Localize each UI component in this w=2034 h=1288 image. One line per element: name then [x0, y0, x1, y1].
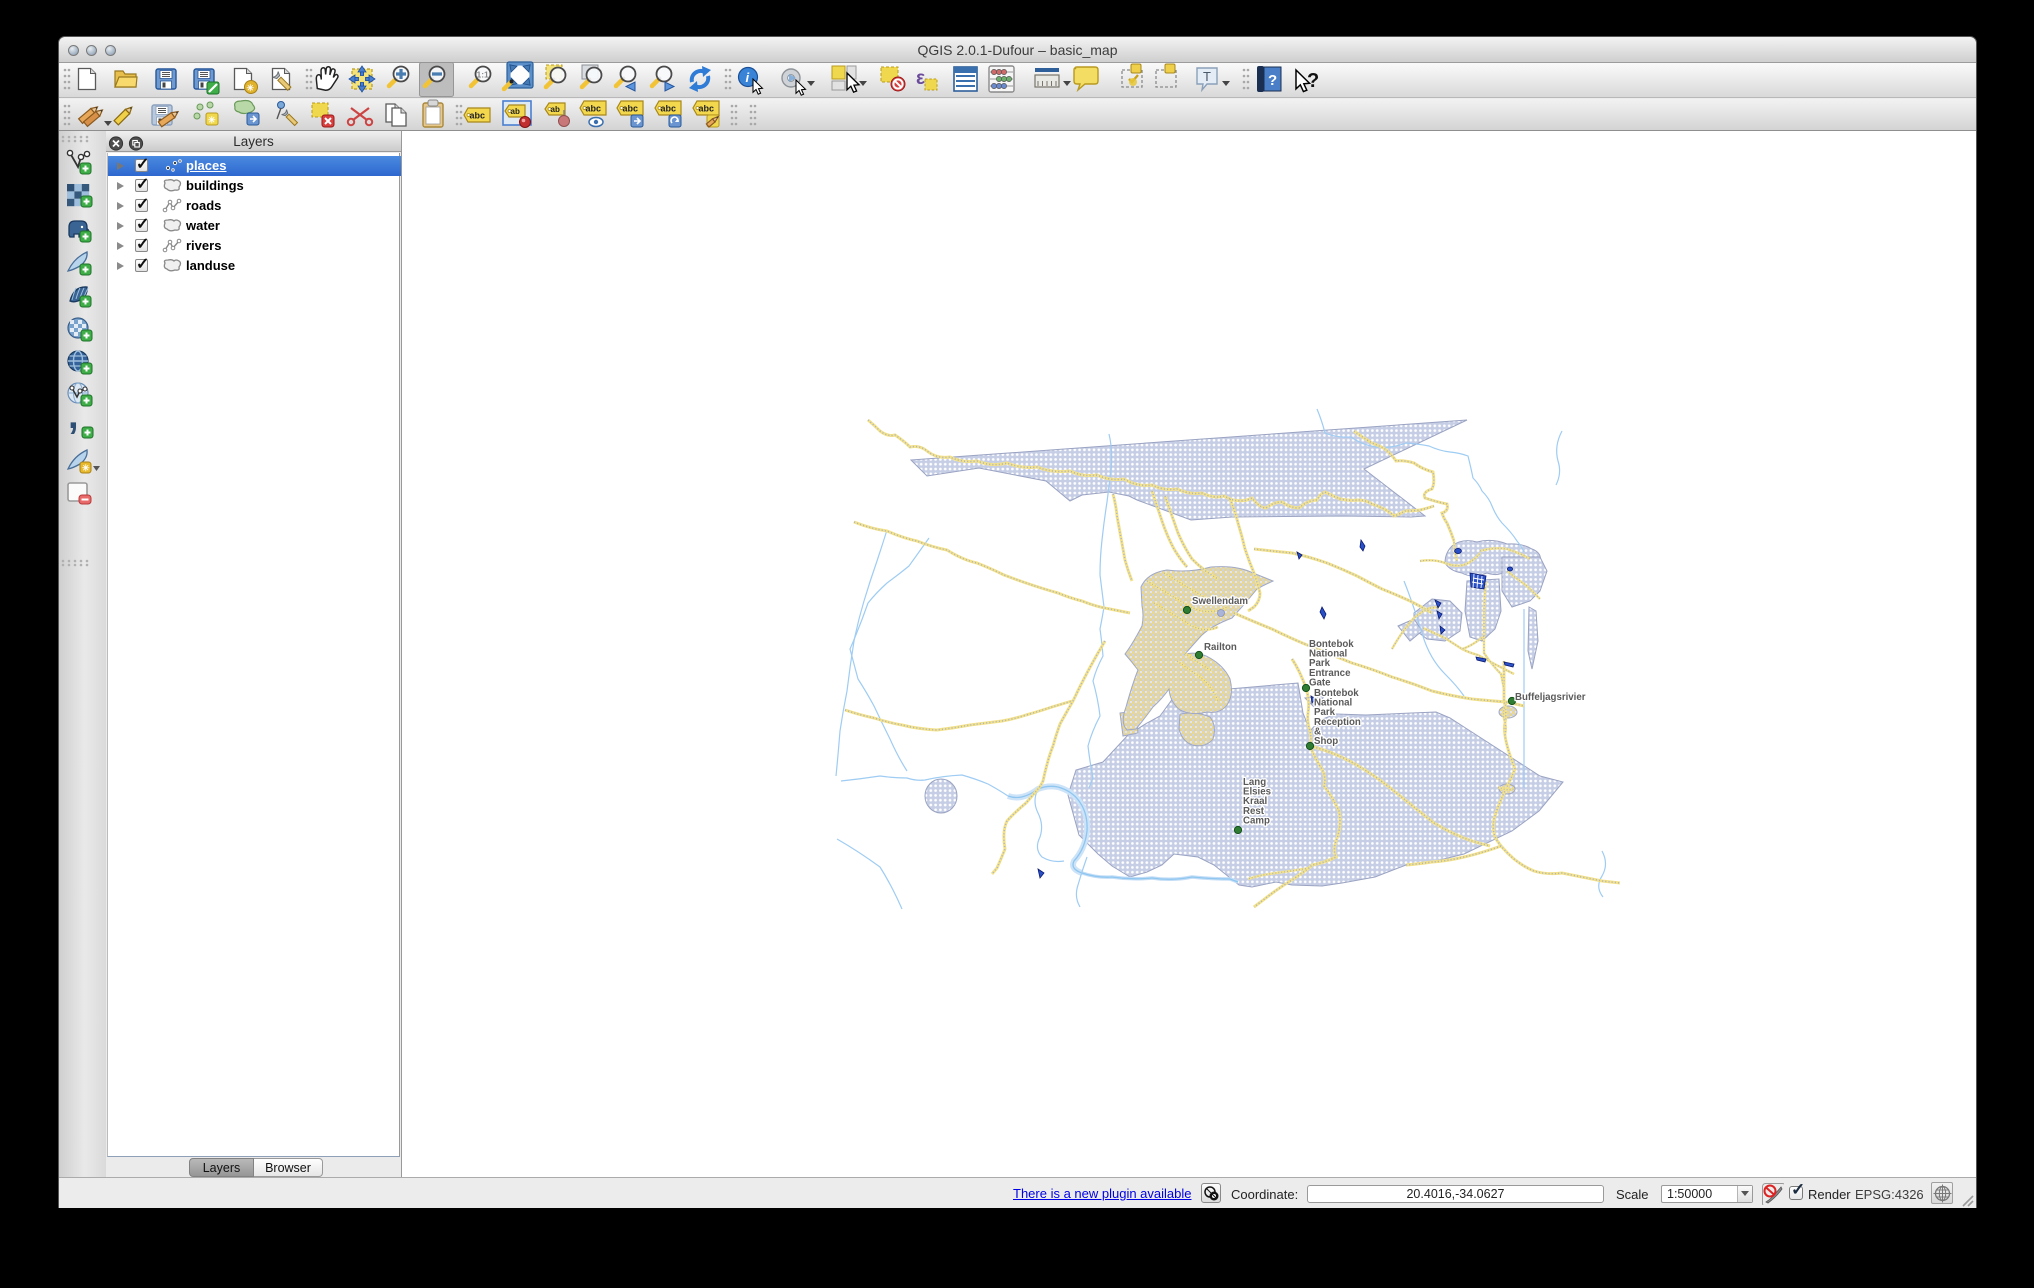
- svg-text:Reception: Reception: [1314, 717, 1361, 728]
- svg-text:Swellendam: Swellendam: [1192, 596, 1248, 607]
- svg-text:Buffeljagsrivier: Buffeljagsrivier: [1515, 692, 1586, 703]
- svg-text:Railton: Railton: [1204, 642, 1237, 653]
- svg-text:Camp: Camp: [1243, 815, 1270, 826]
- svg-text:Gate: Gate: [1309, 677, 1331, 688]
- svg-text:Shop: Shop: [1314, 736, 1338, 747]
